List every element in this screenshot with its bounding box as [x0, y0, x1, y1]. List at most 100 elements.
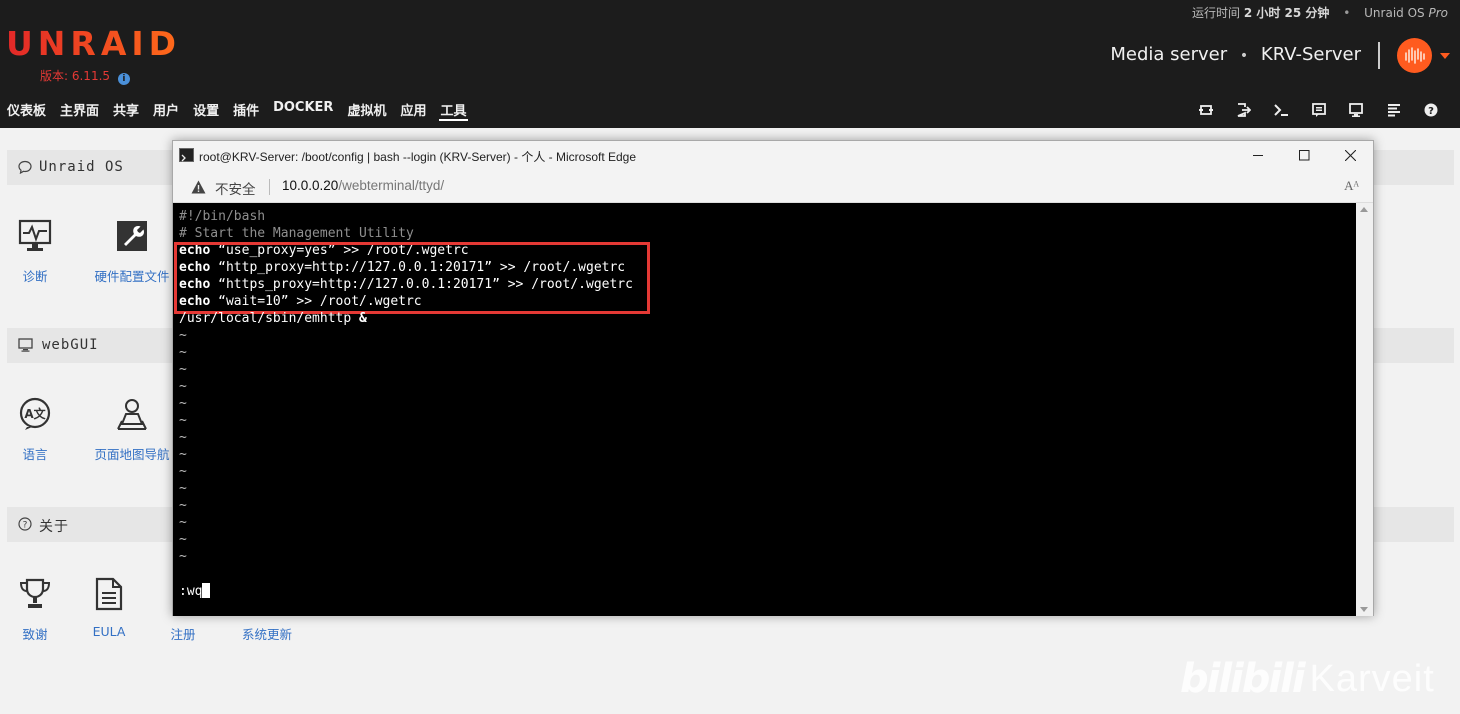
tilde-line: ~ — [179, 498, 187, 513]
uptime-prefix: 运行时间 — [1191, 6, 1240, 20]
read-aloud-icon[interactable]: Aᴬ — [1344, 178, 1359, 194]
version-text: 版本: 6.11.5 — [40, 69, 111, 83]
tilde-line: ~ — [179, 515, 187, 530]
nav-item-docker[interactable]: DOCKER — [266, 96, 340, 124]
log-icon[interactable] — [1375, 100, 1413, 120]
tile-label: 语言 — [22, 447, 48, 462]
tile-page-map[interactable]: 页面地图导航 — [82, 394, 182, 463]
separator-dot: • — [1239, 48, 1249, 64]
svg-text:?: ? — [1428, 106, 1434, 117]
tile-label: 硬件配置文件 — [94, 269, 170, 284]
question-circle-icon: ? — [18, 517, 32, 535]
uptime-status: 运行时间 2 小时 25 分钟 • Unraid OS Pro — [1192, 4, 1448, 21]
security-label[interactable]: 不安全 — [215, 178, 256, 198]
tilde-line: ~ — [179, 430, 187, 445]
terminal-line: # Start the Management Utility — [179, 226, 414, 241]
tilde-line: ~ — [179, 481, 187, 496]
separator-dot: • — [1343, 6, 1351, 20]
watermark: bilibili Karveit — [1180, 648, 1435, 710]
tilde-line: ~ — [179, 464, 187, 479]
tilde-line: ~ — [179, 532, 187, 547]
nav-item-dashboard[interactable]: 仪表板 — [0, 96, 53, 124]
server-description-text: Media server — [1110, 44, 1228, 65]
minimize-button[interactable] — [1235, 141, 1281, 170]
terminal-line: #!/bin/bash — [179, 209, 266, 224]
tile-language[interactable]: A文 语言 — [0, 394, 85, 463]
edition-name: Unraid OS — [1364, 6, 1425, 20]
command-line[interactable]: :wq — [179, 583, 211, 600]
terminal-line: /usr/local/sbin/emhttp & — [179, 310, 367, 327]
section-title: Unraid OS — [39, 159, 124, 175]
bilibili-logo: bilibili — [1180, 656, 1306, 702]
window-title: root@KRV-Server: /boot/config | bash --l… — [199, 150, 637, 164]
section-title: 关于 — [39, 519, 69, 535]
tilde-line: ~ — [179, 549, 187, 564]
line-text: /usr/local/sbin/emhttp — [179, 311, 352, 326]
speech-bubble-icon — [18, 160, 32, 178]
tilde-line: ~ — [179, 413, 187, 428]
scrollbar[interactable] — [1356, 203, 1373, 616]
nav-item-plugins[interactable]: 插件 — [226, 96, 266, 124]
tilde-line: ~ — [179, 447, 187, 462]
version-label: 版本: 6.11.5 i — [40, 67, 130, 85]
tilde-line: ~ — [179, 328, 187, 343]
scroll-down-icon[interactable] — [1360, 607, 1368, 612]
section-title: webGUI — [42, 337, 99, 353]
minimize-icon — [1252, 155, 1263, 156]
keyword: & — [351, 311, 367, 326]
url-host: 10.0.0.20 — [282, 178, 339, 193]
unraid-logo[interactable]: UNRAID — [6, 24, 181, 64]
terminal-app-icon — [179, 148, 194, 162]
nav-icon-bar: ? — [1188, 100, 1451, 120]
uptime-value: 2 小时 25 分钟 — [1243, 6, 1330, 20]
terminal-output[interactable]: #!/bin/bash # Start the Management Utili… — [173, 203, 1356, 616]
url-field[interactable]: 10.0.0.20/webterminal/ttyd/ — [282, 178, 444, 193]
address-bar[interactable]: 不安全 10.0.0.20/webterminal/ttyd/ Aᴬ — [173, 170, 1373, 203]
highlight-box — [174, 242, 650, 314]
info-icon[interactable]: i — [117, 73, 130, 85]
tile-hardware-profile[interactable]: 硬件配置文件 — [82, 216, 182, 285]
logo-text: UNRAID — [6, 24, 182, 63]
logout-icon[interactable] — [1225, 100, 1263, 120]
feedback-icon[interactable] — [1300, 100, 1338, 120]
tile-label: 页面地图导航 — [94, 447, 170, 462]
close-button[interactable] — [1327, 141, 1373, 170]
nav-item-main[interactable]: 主界面 — [53, 96, 106, 124]
svg-text:A文: A文 — [24, 406, 46, 421]
help-icon[interactable]: ? — [1413, 100, 1451, 120]
desktop-icon — [18, 338, 33, 356]
tile-diagnostics[interactable]: 诊断 — [0, 216, 85, 285]
nav-item-settings[interactable]: 设置 — [186, 96, 226, 124]
text-cursor — [202, 583, 211, 598]
nav-item-vms[interactable]: 虚拟机 — [340, 96, 393, 124]
maximize-icon — [1298, 150, 1309, 161]
server-description: Media server • KRV-Server — [1110, 44, 1361, 65]
watermark-name: Karveit — [1309, 657, 1435, 700]
nav-item-apps[interactable]: 应用 — [393, 96, 433, 124]
nav-item-tools[interactable]: 工具 — [433, 96, 473, 124]
language-icon: A文 — [0, 394, 85, 434]
warning-icon[interactable] — [191, 179, 206, 198]
header-bar: 运行时间 2 小时 25 分钟 • Unraid OS Pro UNRAID 版… — [0, 0, 1460, 128]
nav-item-shares[interactable]: 共享 — [106, 96, 146, 124]
tilde-line: ~ — [179, 362, 187, 377]
close-icon — [1344, 150, 1356, 161]
tilde-line: ~ — [179, 379, 187, 394]
scroll-up-icon[interactable] — [1360, 207, 1368, 212]
user-avatar[interactable] — [1397, 38, 1432, 73]
svg-text:?: ? — [23, 521, 28, 531]
avatar-soundwave-icon — [1405, 47, 1425, 64]
divider — [1378, 42, 1380, 69]
caret-down-icon[interactable] — [1440, 53, 1450, 59]
terminal-icon[interactable] — [1263, 100, 1301, 120]
server-name: KRV-Server — [1260, 44, 1361, 65]
main-nav: 仪表板 主界面 共享 用户 设置 插件 DOCKER 虚拟机 应用 工具 — [0, 96, 474, 124]
nav-item-users[interactable]: 用户 — [146, 96, 186, 124]
divider — [269, 179, 270, 195]
edition-tier: Pro — [1428, 6, 1448, 20]
window-titlebar[interactable]: root@KRV-Server: /boot/config | bash --l… — [173, 141, 1373, 170]
browser-window: root@KRV-Server: /boot/config | bash --l… — [172, 140, 1374, 616]
switch-icon[interactable] — [1188, 100, 1226, 120]
maximize-button[interactable] — [1281, 141, 1327, 170]
monitor-icon[interactable] — [1338, 100, 1376, 120]
